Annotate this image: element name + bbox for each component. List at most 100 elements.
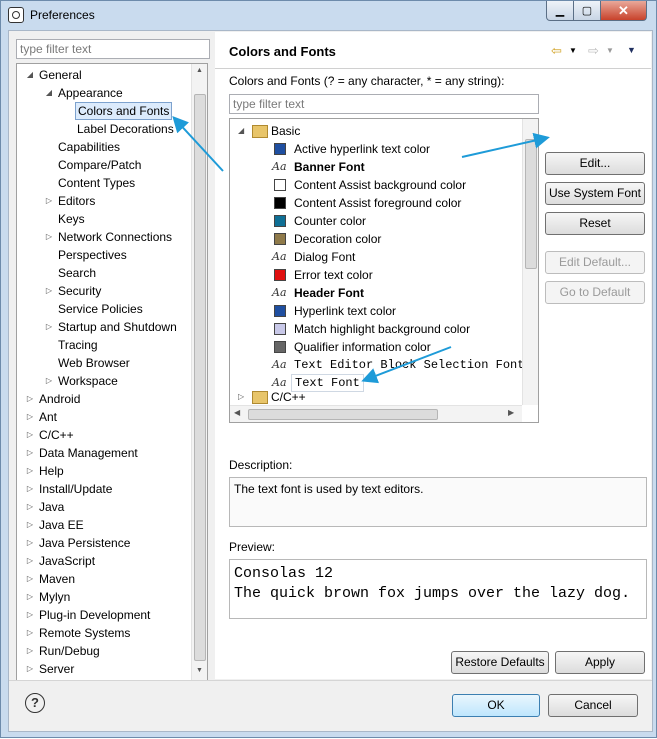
expand-right-icon[interactable]: ▷ xyxy=(25,516,35,534)
scroll-up-icon[interactable]: ▲ xyxy=(192,64,207,78)
help-icon[interactable]: ? xyxy=(25,693,45,713)
go-to-default-button[interactable]: Go to Default xyxy=(545,281,645,304)
tree-scroll-thumb[interactable] xyxy=(194,94,206,661)
tree-item[interactable]: ▷ Network Connections xyxy=(44,228,204,246)
cf-hscroll-thumb[interactable] xyxy=(248,409,438,420)
tree-item[interactable]: Label Decorations xyxy=(63,120,207,138)
tree-item[interactable]: ▷ Help xyxy=(25,462,185,480)
tree-item[interactable]: Search xyxy=(44,264,204,282)
tree-item-label: Appearance xyxy=(58,86,123,100)
edit-default-button[interactable]: Edit Default... xyxy=(545,251,645,274)
font-icon: Aa xyxy=(272,250,287,263)
expand-right-icon[interactable]: ▷ xyxy=(25,426,35,444)
back-menu-icon[interactable]: ▼ xyxy=(569,46,577,55)
expand-right-icon[interactable]: ▷ xyxy=(25,660,35,678)
expand-right-icon[interactable]: ▷ xyxy=(25,498,35,516)
forward-icon[interactable]: ⇨ xyxy=(588,43,599,59)
expand-down-icon[interactable]: ◢ xyxy=(25,66,35,84)
expand-right-icon[interactable]: ▷ xyxy=(25,606,35,624)
close-button[interactable]: ✕ xyxy=(600,1,647,21)
expand-right-icon[interactable]: ▷ xyxy=(25,588,35,606)
restore-defaults-button[interactable]: Restore Defaults xyxy=(451,651,549,674)
tree-item[interactable]: Content Types xyxy=(44,174,204,192)
description-text: The text font is used by text editors. xyxy=(234,482,424,496)
tree-item-label: Perspectives xyxy=(58,248,127,262)
expand-right-icon[interactable]: ▷ xyxy=(25,390,35,408)
expand-right-icon[interactable]: ▷ xyxy=(25,570,35,588)
expand-right-icon[interactable]: ▷ xyxy=(25,480,35,498)
tree-item[interactable]: Perspectives xyxy=(44,246,204,264)
expand-right-icon[interactable]: ▷ xyxy=(25,534,35,552)
tree-item[interactable]: ▷ Java EE xyxy=(25,516,185,534)
expand-right-icon[interactable]: ▷ xyxy=(44,192,54,210)
use-system-font-button[interactable]: Use System Font xyxy=(545,182,645,205)
tree-scrollbar[interactable]: ▲ ▼ xyxy=(191,64,207,680)
tree-item[interactable]: ◢ Appearance xyxy=(44,84,204,102)
tree-item[interactable]: Tracing xyxy=(44,336,204,354)
tree-item[interactable]: ▷ Remote Systems xyxy=(25,624,185,642)
tree-item[interactable]: ▷ Install/Update xyxy=(25,480,185,498)
tree-item[interactable]: Service Policies xyxy=(44,300,204,318)
apply-button[interactable]: Apply xyxy=(555,651,645,674)
expand-right-icon[interactable]: ▷ xyxy=(25,444,35,462)
colors-filter-input[interactable]: type filter text xyxy=(229,94,539,114)
tree-item[interactable]: ▷ Workspace xyxy=(44,372,204,390)
tree-item[interactable]: ▷ Server xyxy=(25,660,185,678)
tree-item[interactable]: ▷ Maven xyxy=(25,570,185,588)
filter-input[interactable]: type filter text xyxy=(16,39,210,59)
color-font-item-label: Dialog Font xyxy=(294,250,356,264)
tree-item[interactable]: ▷ Plug-in Development xyxy=(25,606,185,624)
tree-item[interactable]: Capabilities xyxy=(44,138,204,156)
tree-item[interactable]: ▷ Security xyxy=(44,282,204,300)
tree-item[interactable]: ▷ C/C++ xyxy=(25,426,185,444)
expand-right-icon[interactable]: ▷ xyxy=(25,462,35,480)
tree-item[interactable]: ▷ Data Management xyxy=(25,444,185,462)
tree-item[interactable]: Compare/Patch xyxy=(44,156,204,174)
scroll-down-icon[interactable]: ▼ xyxy=(192,664,207,678)
tree-item[interactable]: Colors and Fonts xyxy=(63,102,207,120)
tree-item[interactable]: ▷ Mylyn xyxy=(25,588,185,606)
tree-item[interactable]: ▷ Startup and Shutdown xyxy=(44,318,204,336)
cf-vscroll-thumb[interactable] xyxy=(525,139,537,269)
expand-right-icon[interactable]: ▷ xyxy=(44,282,54,300)
tree-item[interactable]: ▷ Editors xyxy=(44,192,204,210)
expand-right-icon[interactable]: ▷ xyxy=(25,624,35,642)
expand-right-icon[interactable]: ▷ xyxy=(25,408,35,426)
view-menu-icon[interactable]: ▼ xyxy=(627,45,636,55)
tree-item[interactable]: ▷ Ant xyxy=(25,408,185,426)
maximize-button[interactable]: ▢ xyxy=(573,1,601,21)
expand-down-icon[interactable]: ◢ xyxy=(238,122,244,140)
scroll-right-icon[interactable]: ▶ xyxy=(508,408,514,417)
expand-right-icon[interactable]: ▷ xyxy=(44,372,54,390)
color-font-item-label: Counter color xyxy=(294,214,367,228)
tree-item[interactable]: ◢ General xyxy=(25,66,185,84)
preview-box: Consolas 12 The quick brown fox jumps ov… xyxy=(229,559,647,619)
tree-item[interactable]: Web Browser xyxy=(44,354,204,372)
expand-right-icon[interactable]: ▷ xyxy=(44,228,54,246)
color-swatch xyxy=(274,269,286,281)
tree-item[interactable]: ▷ Run/Debug xyxy=(25,642,185,660)
tree-item[interactable]: ▷ Java Persistence xyxy=(25,534,185,552)
expand-right-icon[interactable]: ▷ xyxy=(25,552,35,570)
tree-item[interactable]: ▷ Java xyxy=(25,498,185,516)
cf-vscrollbar[interactable] xyxy=(522,119,538,405)
back-icon[interactable]: ⇦ xyxy=(551,43,562,59)
forward-menu-icon[interactable]: ▼ xyxy=(606,46,614,55)
colors-fonts-tree: ◢ Basic Active hyperlink text color Aa Ban… xyxy=(229,118,539,423)
cf-hscrollbar[interactable]: ◀ ▶ xyxy=(230,405,522,422)
page-header: Colors and Fonts ⇦ ▼ ⇨ ▼ ▼ xyxy=(215,32,651,69)
edit-button[interactable]: Edit... xyxy=(545,152,645,175)
minimize-button[interactable]: ▁ xyxy=(546,1,574,21)
expand-right-icon[interactable]: ▷ xyxy=(44,318,54,336)
tree-item[interactable]: ▷ JavaScript xyxy=(25,552,185,570)
expand-down-icon[interactable]: ◢ xyxy=(44,84,54,102)
tree-item[interactable]: ▷ Android xyxy=(25,390,185,408)
expand-right-icon[interactable]: ▷ xyxy=(25,642,35,660)
reset-button[interactable]: Reset xyxy=(545,212,645,235)
tree-item-label: Security xyxy=(58,284,102,298)
cancel-button[interactable]: Cancel xyxy=(548,694,638,717)
tree-item[interactable]: Keys xyxy=(44,210,204,228)
expand-right-icon[interactable]: ▷ xyxy=(238,388,244,406)
scroll-left-icon[interactable]: ◀ xyxy=(234,408,240,417)
ok-button[interactable]: OK xyxy=(452,694,540,717)
